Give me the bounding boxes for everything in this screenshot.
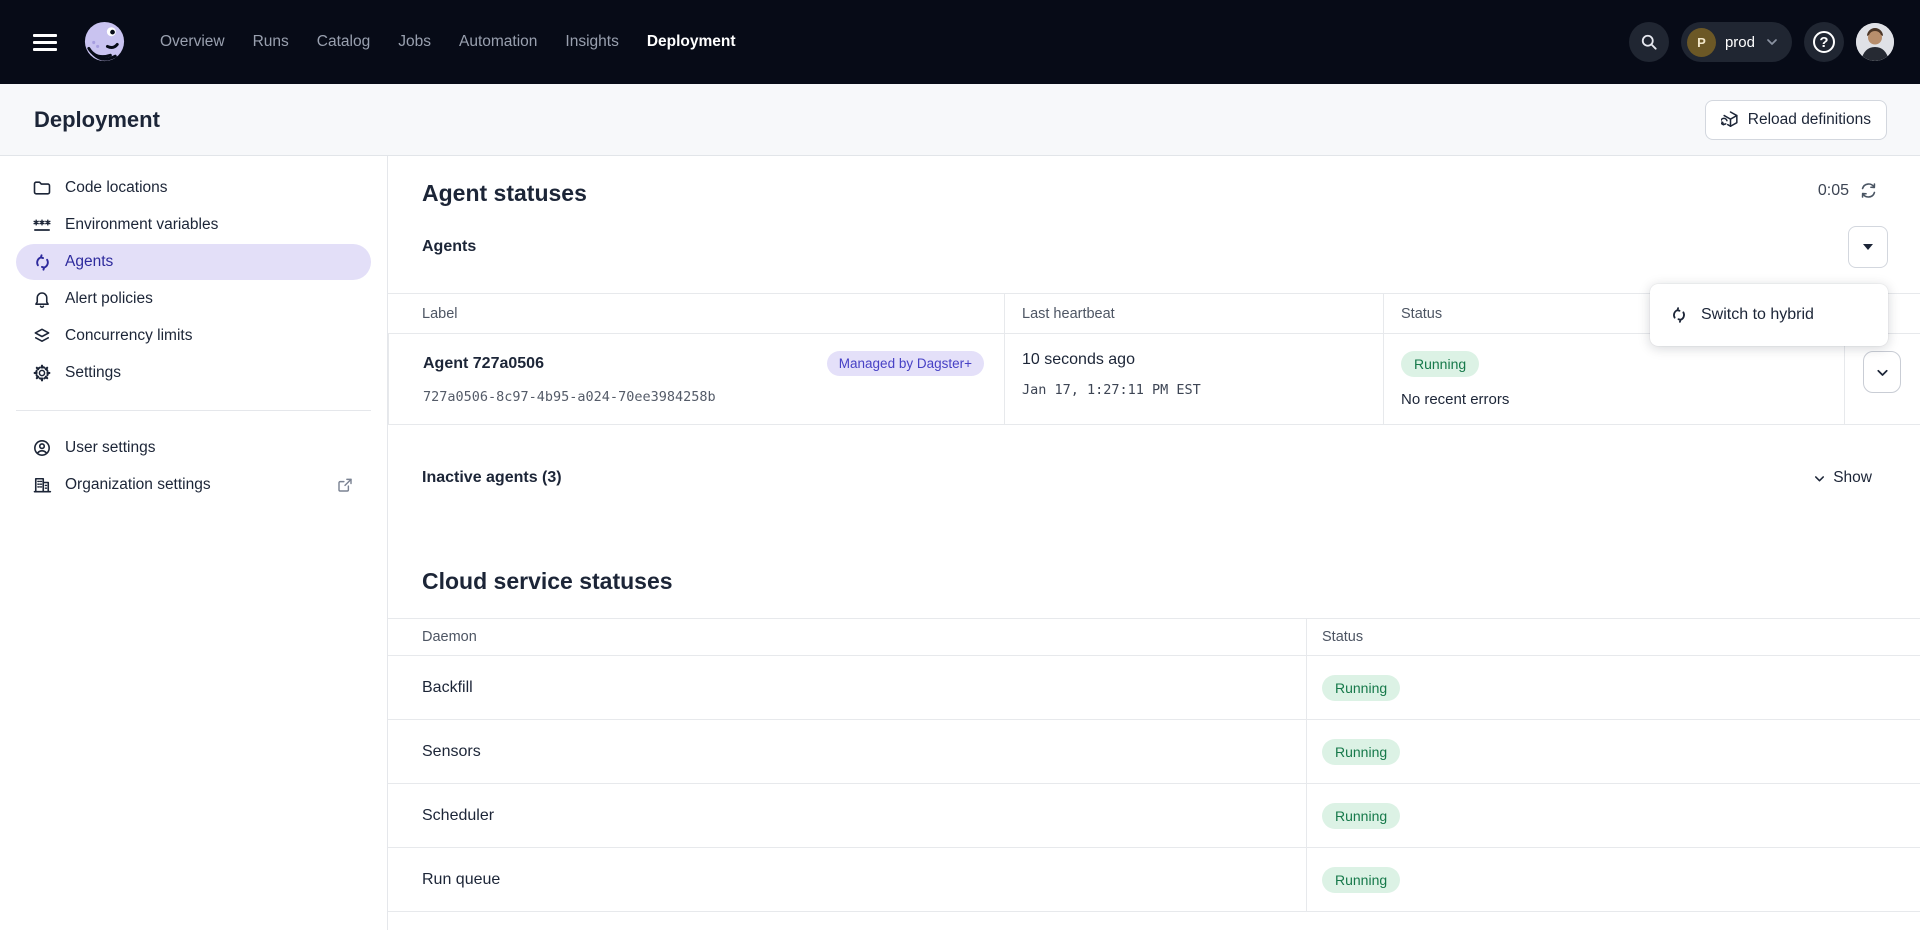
status-badge: Running (1322, 803, 1400, 829)
nav-overview[interactable]: Overview (160, 33, 225, 51)
agent-heartbeat-cell: 10 seconds ago Jan 17, 1:27:11 PM EST (1004, 334, 1383, 425)
sidebar-item-code-locations[interactable]: Code locations (16, 170, 371, 206)
chevron-down-icon (1764, 34, 1780, 50)
asterisks-icon (32, 215, 52, 235)
daemon-name: Scheduler (388, 784, 1306, 848)
agent-sync-icon (32, 252, 52, 272)
daemon-name: Sensors (388, 720, 1306, 784)
caret-down-icon (1863, 244, 1873, 250)
heartbeat-timestamp: Jan 17, 1:27:11 PM EST (1022, 382, 1363, 398)
gear-icon (32, 363, 52, 383)
external-link-icon (335, 475, 355, 495)
daemon-status-cell: Running (1306, 656, 1920, 720)
page-title: Deployment (34, 107, 160, 133)
search-icon (1639, 32, 1659, 52)
agents-more-button[interactable] (1848, 226, 1888, 268)
agents-more-menu: Switch to hybrid (1650, 284, 1888, 346)
sidebar-item-label: Concurrency limits (65, 327, 192, 345)
top-navbar: Overview Runs Catalog Jobs Automation In… (0, 0, 1920, 84)
show-label: Show (1833, 469, 1872, 487)
column-header-last-heartbeat: Last heartbeat (1004, 294, 1383, 334)
sidebar-item-agents[interactable]: Agents (16, 244, 371, 280)
menu-item-switch-to-hybrid[interactable]: Switch to hybrid (1650, 291, 1888, 339)
sidebar-item-label: Agents (65, 253, 113, 271)
sidebar-item-environment-variables[interactable]: Environment variables (16, 207, 371, 243)
sidebar-divider (16, 410, 371, 411)
cloud-service-statuses-title: Cloud service statuses (422, 566, 1878, 596)
deployment-sidebar: Code locations Environment variables A (0, 156, 388, 930)
sidebar-item-label: Alert policies (65, 290, 153, 308)
user-circle-icon (32, 438, 52, 458)
sidebar-item-concurrency-limits[interactable]: Concurrency limits (16, 318, 371, 354)
status-badge: Running (1401, 351, 1479, 377)
user-avatar[interactable] (1856, 23, 1894, 61)
column-header-daemon: Daemon (388, 619, 1306, 656)
reload-definitions-label: Reload definitions (1748, 111, 1871, 129)
nav-jobs[interactable]: Jobs (398, 33, 431, 51)
deployment-name: prod (1725, 34, 1755, 51)
daemon-status-cell: Running (1306, 720, 1920, 784)
agent-label-cell: Agent 727a0506 Managed by Dagster+ 727a0… (388, 334, 1004, 425)
building-icon (32, 475, 52, 495)
deployment-switcher[interactable]: P prod (1681, 22, 1792, 62)
nav-deployment[interactable]: Deployment (647, 33, 736, 51)
inactive-agents-heading: Inactive agents (3) (422, 469, 562, 487)
reload-definitions-button[interactable]: Reload definitions (1705, 100, 1887, 140)
hamburger-menu-icon[interactable] (33, 34, 57, 51)
agent-name: Agent 727a0506 (423, 355, 544, 373)
sidebar-item-label: User settings (65, 439, 155, 457)
daemon-name: Run queue (388, 848, 1306, 912)
sidebar-item-label: Environment variables (65, 216, 218, 234)
status-note: No recent errors (1401, 391, 1824, 408)
menu-item-label: Switch to hybrid (1701, 306, 1814, 324)
sidebar-item-alert-policies[interactable]: Alert policies (16, 281, 371, 317)
nav-insights[interactable]: Insights (565, 33, 618, 51)
layers-icon (32, 326, 52, 346)
bell-icon (32, 289, 52, 309)
managed-badge: Managed by Dagster+ (827, 351, 984, 376)
daemon-name: Backfill (388, 656, 1306, 720)
folder-icon (32, 178, 52, 198)
column-header-label: Label (388, 294, 1004, 334)
status-badge: Running (1322, 675, 1400, 701)
nav-runs[interactable]: Runs (253, 33, 289, 51)
sidebar-item-organization-settings[interactable]: Organization settings (16, 467, 371, 503)
primary-nav: Overview Runs Catalog Jobs Automation In… (160, 33, 736, 51)
agent-row-expand-button[interactable] (1863, 351, 1901, 393)
sidebar-item-label: Organization settings (65, 476, 211, 494)
search-button[interactable] (1629, 22, 1669, 62)
sidebar-item-settings[interactable]: Settings (16, 355, 371, 391)
page-header: Deployment Reload definitions (0, 84, 1920, 156)
refresh-countdown: 0:05 (1818, 182, 1849, 200)
help-icon: ? (1813, 31, 1835, 53)
sidebar-item-label: Settings (65, 364, 121, 382)
agent-statuses-title: Agent statuses (422, 178, 587, 208)
agents-heading: Agents (422, 238, 476, 256)
refresh-icon[interactable] (1859, 181, 1878, 200)
status-badge: Running (1322, 739, 1400, 765)
reload-package-icon (1721, 110, 1740, 129)
status-badge: Running (1322, 867, 1400, 893)
agent-sync-icon (1670, 306, 1688, 324)
chevron-down-icon (1874, 364, 1891, 381)
sidebar-item-user-settings[interactable]: User settings (16, 430, 371, 466)
cloud-services-table: Daemon Status Backfill Running Sensors R… (388, 618, 1920, 912)
deployment-avatar: P (1687, 28, 1716, 57)
chevron-down-icon (1812, 471, 1827, 486)
agent-id: 727a0506-8c97-4b95-a024-70ee3984258b (423, 389, 984, 405)
nav-automation[interactable]: Automation (459, 33, 537, 51)
dagster-logo-icon[interactable] (81, 19, 128, 66)
sidebar-item-label: Code locations (65, 179, 168, 197)
nav-catalog[interactable]: Catalog (317, 33, 370, 51)
daemon-status-cell: Running (1306, 784, 1920, 848)
daemon-status-cell: Running (1306, 848, 1920, 912)
column-header-daemon-status: Status (1306, 619, 1920, 656)
heartbeat-relative: 10 seconds ago (1022, 351, 1363, 369)
agent-status-cell: Running No recent errors (1383, 334, 1844, 425)
help-button[interactable]: ? (1804, 22, 1844, 62)
inactive-agents-show-toggle[interactable]: Show (1812, 469, 1872, 487)
